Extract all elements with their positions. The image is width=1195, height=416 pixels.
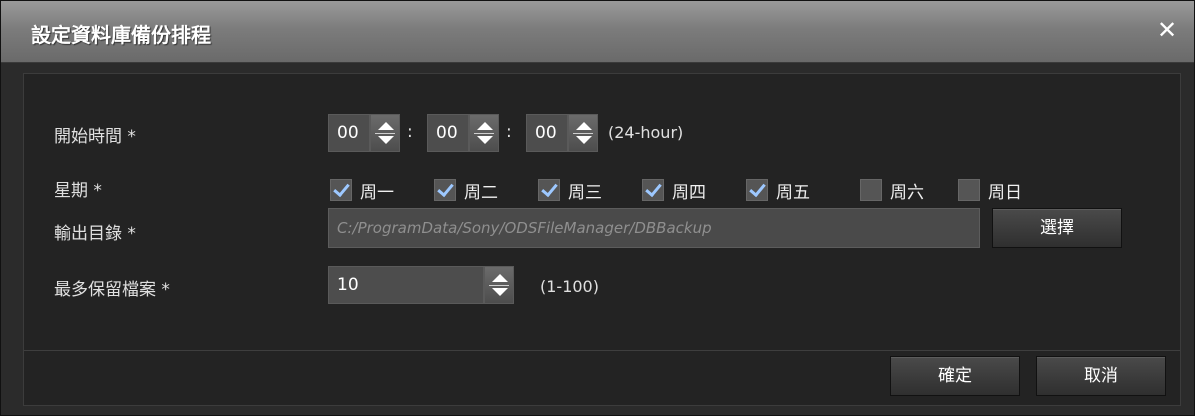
weekday-checkbox-label: 周四 <box>672 182 706 203</box>
start-time-label: 開始時間 * <box>54 127 136 147</box>
spin-down-icon[interactable] <box>477 136 493 144</box>
dialog-title: 設定資料庫備份排程 <box>31 23 211 47</box>
weekday-checkbox[interactable] <box>330 179 352 201</box>
weekday-checkbox[interactable] <box>958 179 980 201</box>
weekday-sun[interactable]: 周日 <box>958 176 1022 204</box>
time-separator: : <box>506 122 512 142</box>
title-bar: 設定資料庫備份排程 ✕ <box>1 1 1194 63</box>
hour-spinner[interactable] <box>370 114 400 152</box>
max-files-hint: (1-100) <box>540 277 599 296</box>
weekday-checkbox[interactable] <box>746 179 768 201</box>
spin-down-icon[interactable] <box>492 288 508 296</box>
minute-input[interactable]: 00 <box>427 114 469 152</box>
weekday-fri[interactable]: 周五 <box>746 176 810 204</box>
cancel-button[interactable]: 取消 <box>1036 356 1166 396</box>
time-separator: : <box>407 122 413 142</box>
second-spinner[interactable] <box>568 114 598 152</box>
weekday-checkbox[interactable] <box>860 179 882 201</box>
spinner-divider <box>375 133 395 134</box>
weekday-checkbox-label: 周日 <box>988 182 1022 203</box>
form-panel: 開始時間 * 00 : 00 : 00 (24-hour) 星期 * 周一 周二… <box>23 73 1181 406</box>
spinner-divider <box>573 133 593 134</box>
weekday-tue[interactable]: 周二 <box>434 176 498 204</box>
weekday-checkbox[interactable] <box>434 179 456 201</box>
weekday-wed[interactable]: 周三 <box>538 176 602 204</box>
output-dir-label: 輸出目錄 * <box>54 224 136 244</box>
spinner-divider <box>489 285 509 286</box>
max-files-spinner[interactable] <box>484 266 514 304</box>
spin-up-icon[interactable] <box>378 122 394 130</box>
weekday-checkbox-label: 周二 <box>464 182 498 203</box>
spin-up-icon[interactable] <box>492 274 508 282</box>
weekday-checkbox-label: 周一 <box>360 182 394 203</box>
second-input[interactable]: 00 <box>526 114 568 152</box>
spin-down-icon[interactable] <box>576 136 592 144</box>
output-dir-field[interactable]: C:/ProgramData/Sony/ODSFileManager/DBBac… <box>328 208 980 248</box>
time-format-hint: (24-hour) <box>608 123 684 142</box>
spinner-divider <box>474 133 494 134</box>
spin-up-icon[interactable] <box>576 122 592 130</box>
spin-up-icon[interactable] <box>477 122 493 130</box>
hour-input[interactable]: 00 <box>328 114 370 152</box>
select-dir-button[interactable]: 選擇 <box>992 208 1122 248</box>
weekday-mon[interactable]: 周一 <box>330 176 394 204</box>
close-icon[interactable]: ✕ <box>1156 18 1178 42</box>
spin-down-icon[interactable] <box>378 136 394 144</box>
max-files-input[interactable]: 10 <box>328 266 484 304</box>
weekday-checkbox-label: 周五 <box>776 182 810 203</box>
max-files-label: 最多保留檔案 * <box>54 280 170 300</box>
weekday-checkbox[interactable] <box>642 179 664 201</box>
weekday-checkbox-label: 周六 <box>890 182 924 203</box>
backup-schedule-dialog: 設定資料庫備份排程 ✕ 開始時間 * 00 : 00 : 00 (24-hour… <box>0 0 1195 416</box>
ok-button[interactable]: 確定 <box>890 356 1020 396</box>
weekday-sat[interactable]: 周六 <box>860 176 924 204</box>
weekday-thu[interactable]: 周四 <box>642 176 706 204</box>
footer-divider <box>24 350 1180 351</box>
weekday-label: 星期 * <box>54 181 102 201</box>
minute-spinner[interactable] <box>469 114 499 152</box>
weekday-checkbox-label: 周三 <box>568 182 602 203</box>
weekday-checkbox[interactable] <box>538 179 560 201</box>
